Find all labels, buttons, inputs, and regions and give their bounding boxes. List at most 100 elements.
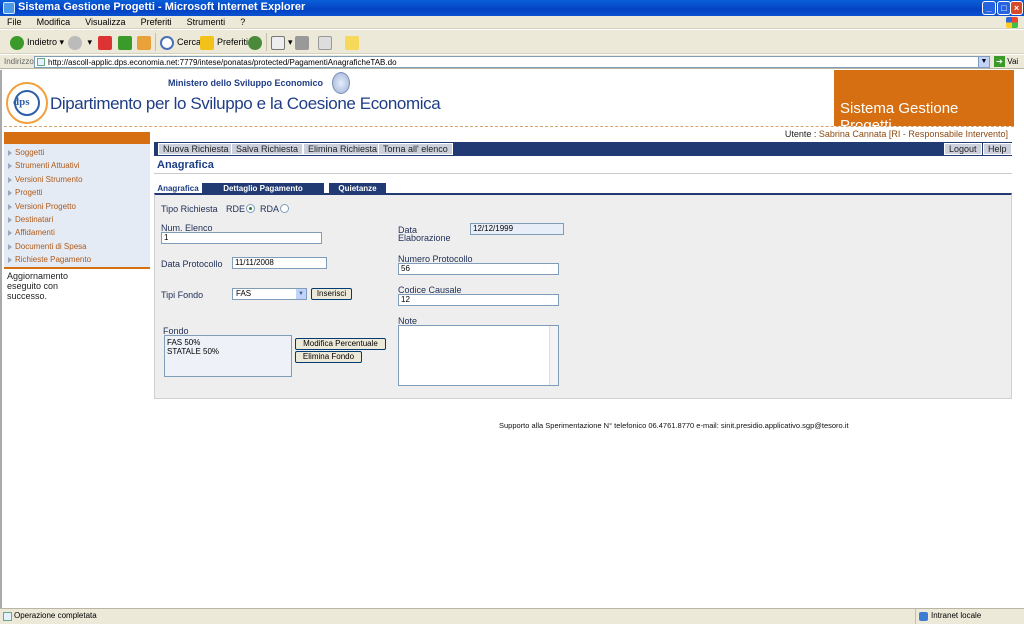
- user-name: Sabrina Cannata [RI - Responsabile Inter…: [818, 129, 1008, 139]
- rde-label: RDE: [226, 204, 246, 214]
- sidebar-item-documenti-di-spesa[interactable]: Documenti di Spesa: [4, 240, 150, 253]
- menu-preferiti[interactable]: Preferiti: [134, 16, 177, 27]
- fondo-item[interactable]: STATALE 50%: [167, 347, 289, 356]
- bullet-icon: [8, 190, 12, 197]
- back-arrow-icon: [10, 35, 24, 50]
- republic-emblem-icon: [332, 72, 350, 94]
- bullet-icon: [8, 243, 12, 250]
- menu-modifica[interactable]: Modifica: [30, 16, 76, 27]
- success-message: Aggiornamento eseguito con successo.: [7, 271, 69, 301]
- menu-visualizza[interactable]: Visualizza: [78, 16, 130, 27]
- sidebar-item-affidamenti[interactable]: Affidamenti: [4, 226, 150, 239]
- bullet-icon: [8, 230, 12, 237]
- sidebar-item-soggetti[interactable]: Soggetti: [4, 146, 150, 159]
- sidebar-item-versioni-progetto[interactable]: Versioni Progetto: [4, 200, 150, 213]
- rda-label: RDA: [260, 204, 280, 214]
- page-content: dps Ministero dello Sviluppo Economico D…: [0, 70, 1024, 608]
- home-button[interactable]: [137, 33, 154, 51]
- mail-button[interactable]: ▾: [271, 33, 293, 51]
- ministero-title: Ministero dello Sviluppo Economico: [168, 78, 324, 88]
- close-button[interactable]: ×: [1010, 1, 1023, 15]
- menu-file[interactable]: File: [0, 16, 27, 27]
- window-title: Sistema Gestione Progetti - Microsoft In…: [18, 1, 306, 13]
- sidebar-item-destinatari[interactable]: Destinatari: [4, 213, 150, 226]
- search-icon: [160, 35, 174, 50]
- bullet-icon: [8, 257, 12, 264]
- refresh-button[interactable]: [118, 33, 135, 51]
- status-bar: Operazione completata Intranet locale: [0, 608, 1024, 624]
- tipi-fondo-select[interactable]: FAS ▼: [232, 288, 307, 300]
- ie-icon: [3, 2, 15, 14]
- elimina-richiesta-button[interactable]: Elimina Richiesta: [303, 143, 383, 155]
- user-label: Utente :: [784, 129, 817, 139]
- back-button[interactable]: Indietro ▾: [10, 33, 64, 51]
- data-elaborazione-input[interactable]: 12/12/1999: [470, 223, 564, 235]
- notes-icon: [345, 35, 359, 50]
- fondo-listbox[interactable]: FAS 50% STATALE 50%: [164, 335, 292, 377]
- sidebar-item-versioni-strumento[interactable]: Versioni Strumento: [4, 173, 150, 186]
- codice-causale-input[interactable]: 12: [398, 294, 559, 306]
- note-textarea[interactable]: [398, 325, 559, 386]
- page-done-icon: [3, 612, 12, 621]
- title-divider: [154, 173, 1012, 174]
- stop-button[interactable]: [98, 33, 115, 51]
- fondo-item[interactable]: FAS 50%: [167, 338, 289, 347]
- numero-protocollo-input[interactable]: 56: [398, 263, 559, 275]
- chevron-down-icon: ▼: [296, 289, 306, 299]
- dipartimento-title: Dipartimento per lo Sviluppo e la Coesio…: [50, 94, 441, 113]
- elimina-fondo-button[interactable]: Elimina Fondo: [295, 351, 362, 363]
- forward-arrow-icon: [68, 35, 82, 50]
- address-input[interactable]: http://ascoll-applic.dps.economia.net:77…: [34, 56, 990, 68]
- edit-button[interactable]: [318, 33, 335, 51]
- forward-button[interactable]: ▾: [68, 33, 92, 51]
- support-footer: Supporto alla Sperimentazione N° telefon…: [499, 421, 849, 430]
- address-dropdown[interactable]: ▼: [978, 56, 990, 68]
- note-scrollbar[interactable]: [549, 326, 558, 385]
- history-icon: [248, 35, 262, 50]
- stop-icon: [98, 35, 112, 50]
- header-divider: [4, 126, 1014, 127]
- menu-help[interactable]: ?: [233, 16, 250, 27]
- tipo-richiesta-label: Tipo Richiesta: [161, 204, 218, 214]
- tipi-fondo-label: Tipi Fondo: [161, 290, 204, 300]
- print-button[interactable]: [295, 33, 312, 51]
- address-label: Indirizzo: [4, 57, 34, 66]
- intranet-icon: [919, 612, 928, 621]
- rde-radio[interactable]: [246, 204, 255, 213]
- salva-richiesta-button[interactable]: Salva Richiesta: [231, 143, 304, 155]
- logout-button[interactable]: Logout: [944, 143, 982, 155]
- data-elaborazione-label-2: Elaborazione: [398, 233, 451, 243]
- bullet-icon: [8, 203, 12, 210]
- mail-icon: [271, 35, 285, 50]
- print-icon: [295, 35, 309, 50]
- refresh-icon: [118, 35, 132, 50]
- data-protocollo-input[interactable]: 11/11/2008: [232, 257, 327, 269]
- star-icon: [200, 35, 214, 50]
- sidebar-item-progetti[interactable]: Progetti: [4, 186, 150, 199]
- num-elenco-input[interactable]: 1: [161, 232, 322, 244]
- notes-button[interactable]: [345, 33, 362, 51]
- history-button[interactable]: [248, 33, 265, 51]
- rda-radio[interactable]: [280, 204, 289, 213]
- go-button[interactable]: ➔ Vai: [994, 56, 1018, 67]
- address-bar: Indirizzo http://ascoll-applic.dps.econo…: [0, 55, 1024, 69]
- inserisci-button[interactable]: Inserisci: [311, 288, 352, 300]
- system-banner: Sistema Gestione Progetti: [834, 70, 1014, 134]
- search-button[interactable]: Cerca: [160, 33, 201, 51]
- torna-elenco-button[interactable]: Torna all' elenco: [378, 143, 453, 155]
- user-info: Utente : Sabrina Cannata [RI - Responsab…: [785, 129, 1008, 139]
- sidebar: Soggetti Strumenti Attuativi Versioni St…: [4, 144, 150, 269]
- security-zone: Intranet locale: [915, 609, 981, 624]
- favorites-button[interactable]: Preferiti: [200, 33, 248, 51]
- modifica-percentuale-button[interactable]: Modifica Percentuale: [295, 338, 386, 350]
- menu-strumenti[interactable]: Strumenti: [180, 16, 231, 27]
- minimize-button[interactable]: _: [982, 1, 996, 15]
- maximize-button[interactable]: □: [997, 1, 1011, 15]
- help-button[interactable]: Help: [983, 143, 1012, 155]
- sidebar-item-strumenti-attuativi[interactable]: Strumenti Attuativi: [4, 159, 150, 172]
- data-protocollo-label: Data Protocollo: [161, 259, 223, 269]
- nuova-richiesta-button[interactable]: Nuova Richiesta: [158, 143, 234, 155]
- sidebar-item-richieste-pagamento[interactable]: Richieste Pagamento: [4, 253, 150, 266]
- status-text: Operazione completata: [14, 611, 97, 620]
- bullet-icon: [8, 216, 12, 223]
